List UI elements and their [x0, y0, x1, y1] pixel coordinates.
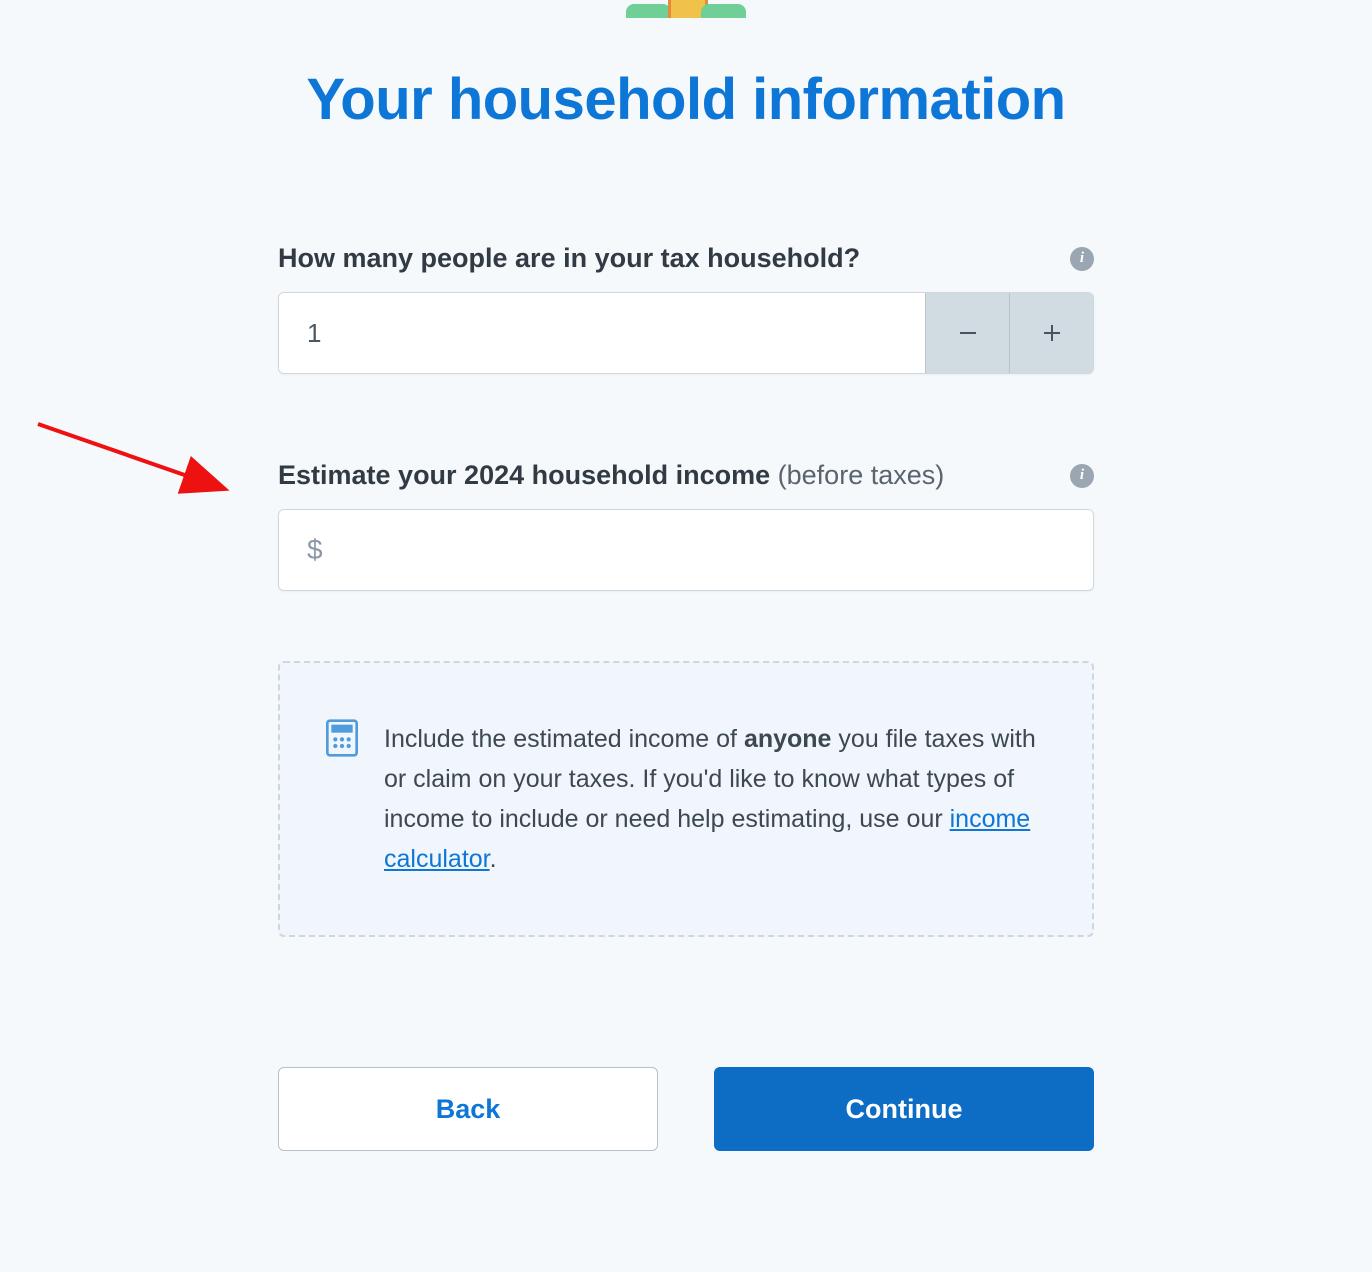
income-label: Estimate your 2024 household income (bef…: [278, 460, 944, 491]
household-size-stepper: [278, 292, 1094, 374]
income-label-strong: Estimate your 2024 household income: [278, 460, 770, 490]
info-icon[interactable]: i: [1070, 247, 1094, 271]
increment-button[interactable]: [1009, 293, 1093, 373]
page-title: Your household information: [278, 66, 1094, 133]
continue-button[interactable]: Continue: [714, 1067, 1094, 1151]
annotation-arrow: [32, 418, 242, 508]
household-size-label: How many people are in your tax househol…: [278, 243, 860, 274]
income-input-wrap: $: [278, 509, 1094, 591]
minus-icon: [959, 324, 977, 342]
info-icon[interactable]: i: [1070, 464, 1094, 488]
hero-illustration: [0, 0, 1372, 18]
income-tip-panel: Include the estimated income of anyone y…: [278, 661, 1094, 937]
calculator-icon: [326, 719, 358, 879]
income-tip-text: Include the estimated income of anyone y…: [384, 719, 1046, 879]
dollar-sign-icon: $: [279, 534, 331, 566]
plus-icon: [1043, 324, 1061, 342]
back-button[interactable]: Back: [278, 1067, 658, 1151]
household-size-input[interactable]: [279, 293, 925, 373]
income-input[interactable]: [331, 510, 1093, 590]
decrement-button[interactable]: [925, 293, 1009, 373]
income-label-sub: (before taxes): [770, 460, 944, 490]
